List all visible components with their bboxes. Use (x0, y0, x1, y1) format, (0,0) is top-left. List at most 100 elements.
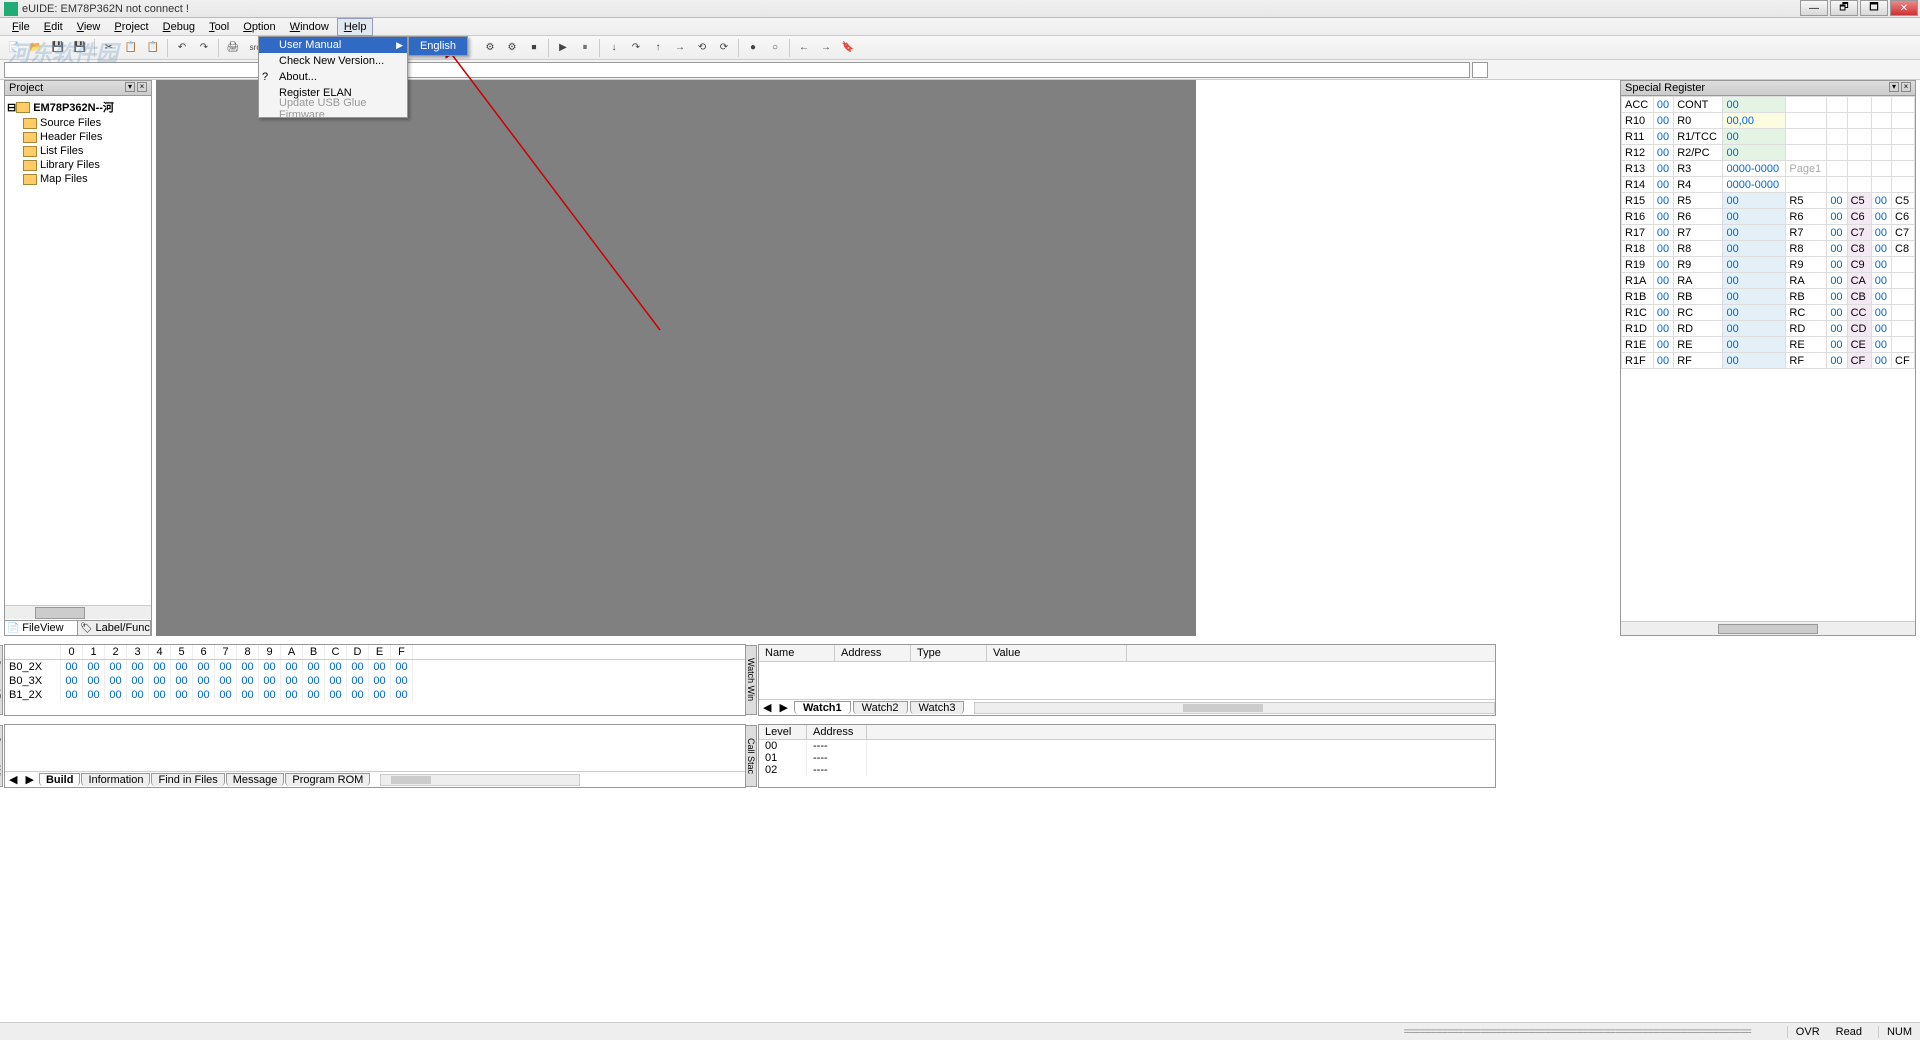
tool-stepover[interactable]: ↷ (626, 38, 646, 58)
register-cell[interactable]: 00 (1871, 289, 1891, 305)
register-cell[interactable] (1827, 161, 1847, 177)
register-cell[interactable]: 00 (1653, 241, 1673, 257)
register-cell[interactable]: RA (1786, 273, 1827, 289)
register-cell[interactable]: 00 (1827, 321, 1847, 337)
register-cell[interactable]: 00 (1723, 257, 1786, 273)
register-cell[interactable] (1871, 161, 1891, 177)
menu-edit[interactable]: Edit (38, 19, 69, 35)
register-cell[interactable]: R4 (1674, 177, 1723, 193)
register-cell[interactable]: C9 (1847, 257, 1871, 273)
register-cell[interactable]: 00 (1723, 129, 1786, 145)
register-cell[interactable]: 00 (1653, 321, 1673, 337)
register-cell[interactable] (1847, 145, 1871, 161)
register-cell[interactable] (1827, 113, 1847, 129)
register-cell[interactable]: RA (1674, 273, 1723, 289)
stack-row[interactable]: 01---- (759, 752, 1495, 764)
register-cell[interactable]: 00,00 (1723, 113, 1786, 129)
register-cell[interactable]: R7 (1674, 225, 1723, 241)
register-cell[interactable] (1871, 97, 1891, 113)
tree-root[interactable]: ⊟ EM78P362N--河 (7, 98, 149, 116)
register-cell[interactable]: 00 (1871, 337, 1891, 353)
register-cell[interactable]: R1/TCC (1674, 129, 1723, 145)
panel-dock-icon[interactable]: ▾ (125, 82, 135, 92)
tool-undo[interactable]: ↶ (172, 38, 192, 58)
register-cell[interactable]: 00 (1827, 241, 1847, 257)
tool-print[interactable]: 🖨 (223, 38, 243, 58)
register-cell[interactable]: R5 (1674, 193, 1723, 209)
output-tab-next[interactable]: ▶ (21, 773, 37, 786)
register-cell[interactable]: R8 (1786, 241, 1827, 257)
register-cell[interactable]: 00 (1827, 353, 1847, 369)
tool-stepout[interactable]: ↑ (648, 38, 668, 58)
register-cell[interactable]: 00 (1827, 225, 1847, 241)
tool-prev[interactable]: ← (794, 38, 814, 58)
hex-row[interactable]: B1_2X00000000000000000000000000000000 (5, 688, 745, 702)
register-cell[interactable]: 00 (1653, 129, 1673, 145)
register-cell[interactable] (1871, 113, 1891, 129)
register-cell[interactable] (1786, 129, 1827, 145)
close-button[interactable]: ✕ (1890, 0, 1918, 16)
register-cell[interactable] (1827, 145, 1847, 161)
register-cell[interactable]: R1C (1622, 305, 1654, 321)
tab-fileview[interactable]: 📄 FileView (5, 621, 78, 635)
register-cell[interactable]: R17 (1622, 225, 1654, 241)
combo-main[interactable] (4, 62, 1470, 78)
tool-stop[interactable]: ⏹ (524, 38, 544, 58)
register-cell[interactable]: RD (1786, 321, 1827, 337)
register-cell[interactable]: 00 (1723, 305, 1786, 321)
register-cell[interactable]: RB (1786, 289, 1827, 305)
register-cell[interactable]: R10 (1622, 113, 1654, 129)
register-cell[interactable]: 00 (1653, 145, 1673, 161)
register-cell[interactable] (1847, 113, 1871, 129)
register-cell[interactable]: 00 (1723, 289, 1786, 305)
register-cell[interactable]: 00 (1653, 193, 1673, 209)
register-cell[interactable]: 00 (1871, 241, 1891, 257)
register-cell[interactable]: R2/PC (1674, 145, 1723, 161)
tool-copy[interactable]: 📋 (121, 38, 141, 58)
panel-dock-icon[interactable]: ▾ (1889, 82, 1899, 92)
register-cell[interactable]: 00 (1653, 337, 1673, 353)
register-cell[interactable]: R11 (1622, 129, 1654, 145)
register-cell[interactable]: 00 (1827, 337, 1847, 353)
register-cell[interactable]: 00 (1723, 225, 1786, 241)
register-cell[interactable] (1892, 113, 1915, 129)
register-cell[interactable]: 00 (1653, 257, 1673, 273)
register-cell[interactable]: R1D (1622, 321, 1654, 337)
register-cell[interactable]: RE (1674, 337, 1723, 353)
tab-labelfunc[interactable]: 🏷 Label/Funct... (78, 621, 151, 635)
register-cell[interactable]: C5 (1847, 193, 1871, 209)
register-cell[interactable] (1892, 161, 1915, 177)
hex-row[interactable]: B0_2X00000000000000000000000000000000 (5, 660, 745, 674)
register-cell[interactable]: R14 (1622, 177, 1654, 193)
register-cell[interactable]: CF (1892, 353, 1915, 369)
register-cell[interactable]: RF (1674, 353, 1723, 369)
output-tab-prev[interactable]: ◀ (5, 773, 21, 786)
tool-rebuild[interactable]: ⚙ (502, 38, 522, 58)
register-cell[interactable]: RF (1786, 353, 1827, 369)
register-cell[interactable]: ACC (1622, 97, 1654, 113)
register-cell[interactable]: 00 (1871, 225, 1891, 241)
tool-redo[interactable]: ↷ (194, 38, 214, 58)
register-cell[interactable]: R15 (1622, 193, 1654, 209)
register-cell[interactable]: CA (1847, 273, 1871, 289)
hex-row[interactable]: B0_3X00000000000000000000000000000000 (5, 674, 745, 688)
tree-item[interactable]: List Files (7, 144, 149, 158)
register-scrollbar[interactable] (1621, 621, 1915, 635)
tab-watch2[interactable]: Watch2 (853, 701, 908, 714)
register-cell[interactable]: CONT (1674, 97, 1723, 113)
register-cell[interactable]: 00 (1653, 353, 1673, 369)
register-cell[interactable] (1786, 97, 1827, 113)
register-cell[interactable] (1827, 97, 1847, 113)
tool-paste[interactable]: 📋 (143, 38, 163, 58)
register-cell[interactable]: C6 (1847, 209, 1871, 225)
tab-message[interactable]: Message (226, 773, 285, 786)
register-cell[interactable]: R1A (1622, 273, 1654, 289)
register-cell[interactable]: R1B (1622, 289, 1654, 305)
register-cell[interactable]: 00 (1827, 193, 1847, 209)
register-cell[interactable]: 00 (1723, 321, 1786, 337)
register-cell[interactable]: 00 (1827, 257, 1847, 273)
register-cell[interactable]: 00 (1653, 113, 1673, 129)
menu-about[interactable]: ? About... (259, 69, 407, 85)
panel-close-icon[interactable]: × (137, 82, 147, 92)
register-cell[interactable]: CB (1847, 289, 1871, 305)
